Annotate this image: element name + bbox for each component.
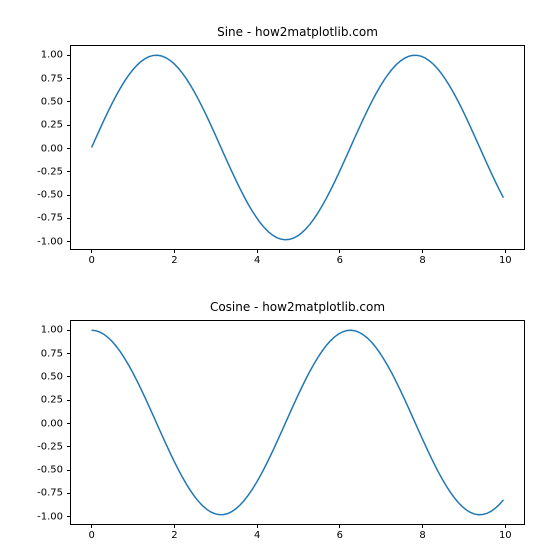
chart-panel-sine: 0246810-1.00-0.75-0.50-0.250.000.250.500… <box>70 45 525 250</box>
ytick-mark <box>67 330 71 331</box>
ytick-mark <box>67 101 71 102</box>
xtick-label: 10 <box>499 530 512 541</box>
ytick-label: 1.00 <box>41 325 63 336</box>
ytick-mark <box>67 493 71 494</box>
ytick-mark <box>67 195 71 196</box>
xtick-mark <box>174 524 175 528</box>
ytick-label: 0.00 <box>41 143 63 154</box>
ytick-label: 0.25 <box>41 395 63 406</box>
ytick-label: 0.50 <box>41 96 63 107</box>
ytick-label: -1.00 <box>37 236 63 247</box>
figure: Sine - how2matplotlib.com 0246810-1.00-0… <box>0 0 560 560</box>
ytick-label: 0.00 <box>41 418 63 429</box>
xtick-mark <box>505 249 506 253</box>
ytick-label: -0.75 <box>37 488 63 499</box>
xtick-label: 8 <box>419 530 425 541</box>
ytick-mark <box>67 423 71 424</box>
ytick-mark <box>67 400 71 401</box>
ytick-label: 0.50 <box>41 371 63 382</box>
xtick-label: 2 <box>171 255 177 266</box>
chart-series-sine <box>71 46 524 249</box>
chart-panel-cosine: 0246810-1.00-0.75-0.50-0.250.000.250.500… <box>70 320 525 525</box>
xtick-mark <box>339 524 340 528</box>
xtick-label: 0 <box>88 255 94 266</box>
ytick-label: -0.25 <box>37 441 63 452</box>
xtick-label: 0 <box>88 530 94 541</box>
xtick-label: 10 <box>499 255 512 266</box>
xtick-mark <box>422 249 423 253</box>
ytick-label: 0.75 <box>41 348 63 359</box>
ytick-label: -0.50 <box>37 190 63 201</box>
xtick-label: 6 <box>337 530 343 541</box>
ytick-label: -0.75 <box>37 213 63 224</box>
xtick-mark <box>257 249 258 253</box>
xtick-label: 4 <box>254 255 260 266</box>
ytick-label: 0.25 <box>41 120 63 131</box>
xtick-mark <box>91 249 92 253</box>
xtick-label: 4 <box>254 530 260 541</box>
xtick-mark <box>91 524 92 528</box>
ytick-mark <box>67 446 71 447</box>
chart-series-cosine <box>71 321 524 524</box>
ytick-mark <box>67 353 71 354</box>
ytick-label: 0.75 <box>41 73 63 84</box>
chart-title-cosine: Cosine - how2matplotlib.com <box>70 300 525 314</box>
ytick-mark <box>67 55 71 56</box>
line-cosine <box>92 330 504 515</box>
ytick-mark <box>67 241 71 242</box>
ytick-mark <box>67 171 71 172</box>
xtick-label: 2 <box>171 530 177 541</box>
ytick-mark <box>67 148 71 149</box>
xtick-mark <box>257 524 258 528</box>
ytick-label: -0.25 <box>37 166 63 177</box>
xtick-label: 8 <box>419 255 425 266</box>
chart-title-sine: Sine - how2matplotlib.com <box>70 25 525 39</box>
ytick-label: -1.00 <box>37 511 63 522</box>
ytick-mark <box>67 78 71 79</box>
ytick-mark <box>67 516 71 517</box>
ytick-label: 1.00 <box>41 50 63 61</box>
xtick-mark <box>422 524 423 528</box>
ytick-mark <box>67 470 71 471</box>
xtick-mark <box>505 524 506 528</box>
ytick-mark <box>67 125 71 126</box>
xtick-label: 6 <box>337 255 343 266</box>
ytick-mark <box>67 218 71 219</box>
xtick-mark <box>339 249 340 253</box>
line-sine <box>92 55 504 239</box>
ytick-label: -0.50 <box>37 465 63 476</box>
xtick-mark <box>174 249 175 253</box>
ytick-mark <box>67 376 71 377</box>
